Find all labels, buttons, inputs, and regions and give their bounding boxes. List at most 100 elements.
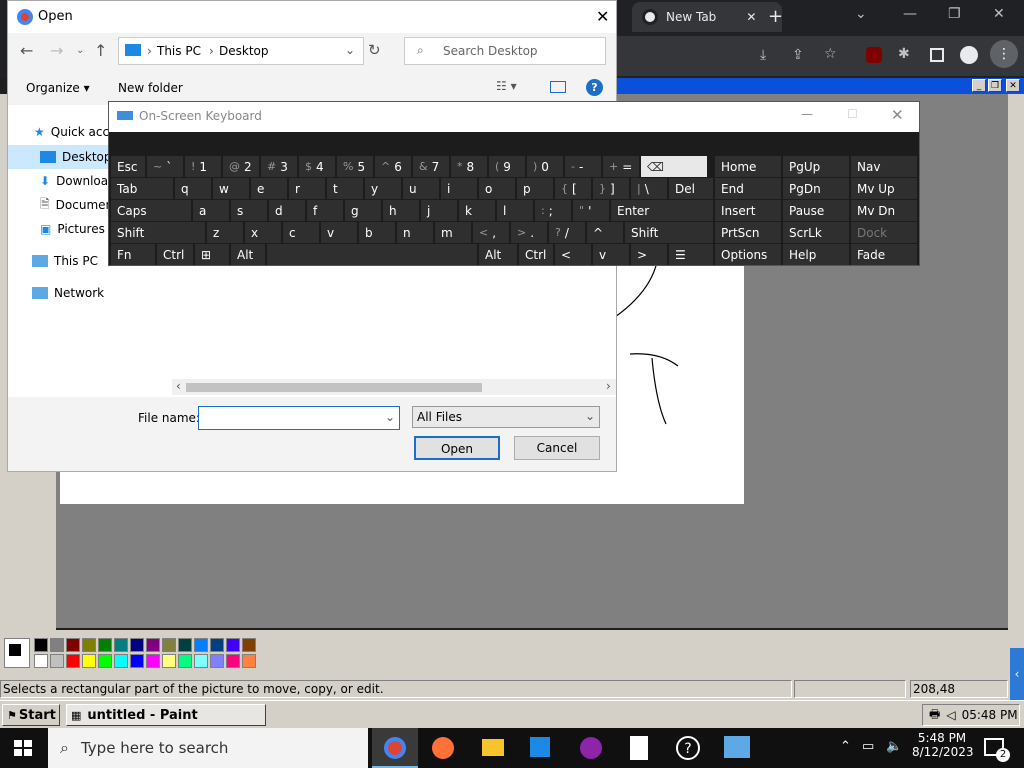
breadcrumb-desktop[interactable]: Desktop [219,44,269,58]
search-input[interactable]: ⌕ Search Desktop [404,37,606,65]
color-swatch[interactable] [130,638,144,652]
osk-key[interactable]: ~ ` [147,156,183,177]
osk-key[interactable]: u [403,178,439,199]
taskbar-chrome[interactable] [372,728,418,768]
sidepanel-icon[interactable] [930,48,944,62]
osk-nav-key[interactable]: Insert [715,200,781,221]
color-swatch[interactable] [146,654,160,668]
osk-nav-key[interactable]: Mv Up [851,178,917,199]
osk-nav-key[interactable]: ScrLk [783,222,849,243]
osk-key[interactable]: Shift [625,222,713,243]
help-icon[interactable]: ? [586,79,603,96]
osk-key[interactable]: Ctrl [157,244,193,265]
osk-key[interactable]: q [175,178,211,199]
install-icon[interactable]: ⤓ [760,47,766,63]
osk-key[interactable]: o [479,178,515,199]
osk-key[interactable]: d [269,200,305,221]
osk-key[interactable]: }] [593,178,629,199]
osk-nav-key[interactable]: Mv Dn [851,200,917,221]
color-swatch[interactable] [226,638,240,652]
taskbar-search[interactable]: ⌕ Type here to search [48,728,368,768]
osk-key[interactable] [267,244,477,265]
osk-key[interactable]: a [193,200,229,221]
osk-nav-key[interactable]: PgDn [783,178,849,199]
color-swatch[interactable] [130,654,144,668]
chevron-down-icon[interactable]: ⌄ [385,410,395,424]
osk-key[interactable]: s [231,200,267,221]
taskbar-clock[interactable]: 5:48 PM 8/12/2023 [912,731,974,759]
color-swatch[interactable] [162,654,176,668]
osk-key[interactable]: w [213,178,249,199]
cancel-button[interactable]: Cancel [514,436,600,460]
osk-key[interactable]: g [345,200,381,221]
file-type-select[interactable]: All Files ⌄ [412,406,600,428]
network-icon[interactable]: ▭ [862,739,874,754]
chrome-tab[interactable]: New Tab ✕ [632,2,782,32]
osk-key[interactable]: (9 [489,156,525,177]
color-swatch[interactable] [98,638,112,652]
color-swatch[interactable] [210,638,224,652]
osk-key[interactable]: z [207,222,243,243]
menu-icon[interactable]: ⋮ [990,40,1018,68]
color-swatch[interactable] [50,654,64,668]
scroll-thumb[interactable] [186,383,482,392]
tree-pictures[interactable]: ▣ Pictures [40,218,105,240]
printer-icon[interactable]: 🖶 [929,705,940,726]
view-icon[interactable]: ☷ ▾ [496,79,517,93]
color-swatch[interactable] [178,638,192,652]
color-swatch[interactable] [162,638,176,652]
close-icon[interactable]: ✕ [596,7,609,26]
scroll-right-icon[interactable]: › [606,379,611,393]
osk-key[interactable]: l [497,200,533,221]
osk-key[interactable]: <, [473,222,509,243]
chevron-up-icon[interactable]: ⌃ [840,739,851,754]
extensions-icon[interactable]: ✱ [898,46,910,62]
osk-key[interactable]: ⌫ [641,156,707,177]
restore-icon[interactable]: ❐ [948,6,961,22]
remote-desktop-icon[interactable] [724,736,750,758]
osk-nav-key[interactable]: PgUp [783,156,849,177]
osk-key[interactable]: ? / [549,222,585,243]
osk-key[interactable]: p [517,178,553,199]
osk-nav-key[interactable]: Dock [851,222,917,243]
help-icon[interactable]: ? [676,736,700,760]
osk-key[interactable]: :; [535,200,571,221]
minimize-icon[interactable]: _ [972,79,986,92]
open-button[interactable]: Open [414,436,500,460]
osk-key[interactable]: v [321,222,357,243]
osk-key[interactable]: Shift [111,222,205,243]
chevron-down-icon[interactable]: ⌄ [345,43,355,57]
back-arrow-icon[interactable]: ← [20,41,33,60]
color-swatch[interactable] [242,638,256,652]
osk-key[interactable]: e [251,178,287,199]
osk-key[interactable]: + = [603,156,639,177]
tree-desktop[interactable]: Desktop [40,146,112,168]
address-bar[interactable]: › This PC › Desktop ⌄ [118,37,364,65]
firefox-icon[interactable] [432,737,454,759]
osk-key[interactable]: x [245,222,281,243]
color-swatch[interactable] [82,654,96,668]
osk-key[interactable]: Caps [111,200,191,221]
osk-key[interactable]: v [593,244,629,265]
osk-key[interactable]: Ctrl [519,244,553,265]
close-icon[interactable]: ✕ [891,106,904,124]
close-icon[interactable]: ✕ [1006,79,1020,92]
color-swatch[interactable] [82,638,96,652]
osk-nav-key[interactable]: PrtScn [715,222,781,243]
osk-key[interactable]: k [459,200,495,221]
osk-key[interactable]: y [365,178,401,199]
color-swatch[interactable] [34,638,48,652]
osk-nav-key[interactable]: Help [783,244,849,265]
osk-key[interactable]: r [289,178,325,199]
osk-nav-key[interactable]: Options [715,244,781,265]
chevron-down-icon[interactable]: ⌄ [855,6,867,22]
ublock-icon[interactable] [866,47,882,63]
vertical-scrollbar[interactable] [1008,94,1024,674]
osk-key[interactable]: Esc [111,156,145,177]
color-swatch[interactable] [194,638,208,652]
new-tab-button[interactable]: + [768,6,783,27]
restore-icon[interactable]: ❐ [988,79,1002,92]
star-icon[interactable]: ☆ [824,46,837,62]
osk-key[interactable]: " ' [573,200,609,221]
color-swatch[interactable] [50,638,64,652]
